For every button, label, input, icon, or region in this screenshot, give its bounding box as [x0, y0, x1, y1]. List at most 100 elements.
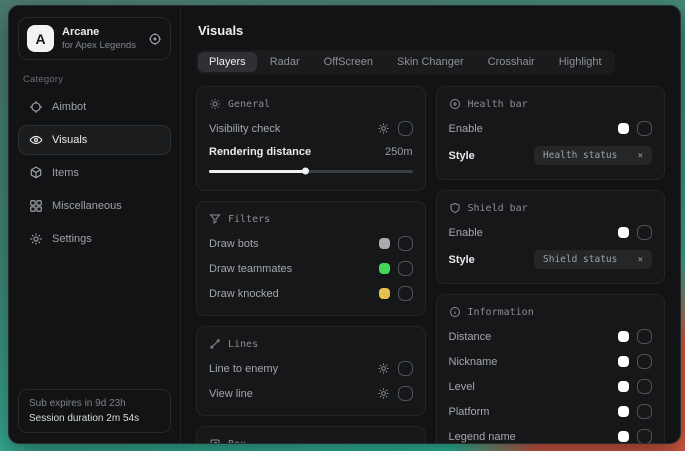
slider-value: 250m — [385, 146, 413, 158]
card-title: Health bar — [468, 99, 528, 110]
setting-label: Style — [449, 150, 475, 162]
distance-checkbox[interactable] — [637, 329, 652, 344]
shield-bar-enable-checkbox[interactable] — [637, 225, 652, 240]
crosshair-icon — [29, 100, 43, 114]
setting-label: Platform — [449, 406, 490, 418]
funnel-icon — [209, 213, 221, 225]
color-swatch[interactable] — [379, 288, 390, 299]
color-swatch[interactable] — [379, 263, 390, 274]
sidebar-item-label: Items — [52, 167, 79, 179]
setting-label: Rendering distance — [209, 146, 311, 158]
legend-name-checkbox[interactable] — [637, 429, 652, 443]
sidebar-item-label: Settings — [52, 233, 92, 245]
category-label: Category — [23, 74, 166, 85]
brand-card: A Arcane for Apex Legends — [18, 17, 171, 60]
subscription-card: Sub expires in 9d 23h Session duration 2… — [18, 389, 171, 433]
sun-icon — [209, 98, 221, 110]
setting-row: Draw teammates — [209, 256, 413, 281]
slider-knob[interactable] — [302, 168, 309, 175]
clear-icon[interactable]: ✕ — [638, 255, 643, 265]
color-swatch[interactable] — [618, 123, 629, 134]
draw-teammates-checkbox[interactable] — [398, 261, 413, 276]
health-bar-card: Health bar Enable Style Health status — [436, 86, 666, 180]
shield-bar-card: Shield bar Enable Style Shield status — [436, 190, 666, 284]
lines-card: Lines Line to enemy View line — [196, 326, 426, 416]
brand-subtitle: for Apex Legends — [62, 40, 140, 51]
card-title: Box — [228, 439, 246, 444]
tab-players[interactable]: Players — [198, 52, 257, 72]
color-swatch[interactable] — [379, 238, 390, 249]
setting-label: Draw knocked — [209, 288, 279, 300]
setting-row: Line to enemy — [209, 356, 413, 381]
card-title: Filters — [228, 214, 270, 225]
color-swatch[interactable] — [618, 431, 629, 442]
tab-highlight[interactable]: Highlight — [548, 52, 613, 72]
draw-bots-checkbox[interactable] — [398, 236, 413, 251]
level-checkbox[interactable] — [637, 379, 652, 394]
color-swatch[interactable] — [618, 406, 629, 417]
color-swatch[interactable] — [618, 381, 629, 392]
shield-style-select[interactable]: Shield status ✕ — [534, 250, 652, 269]
draw-knocked-checkbox[interactable] — [398, 286, 413, 301]
main-panel: Visuals Players Radar OffScreen Skin Cha… — [181, 6, 680, 443]
box-card: Box Enable Enable background — [196, 426, 426, 443]
color-swatch[interactable] — [618, 331, 629, 342]
setting-row: Nickname — [449, 349, 653, 374]
sidebar-item-visuals[interactable]: Visuals — [18, 125, 171, 155]
tab-skin-changer[interactable]: Skin Changer — [386, 52, 475, 72]
target-icon[interactable] — [148, 32, 162, 46]
color-swatch[interactable] — [618, 227, 629, 238]
tab-crosshair[interactable]: Crosshair — [477, 52, 546, 72]
shield-icon — [449, 202, 461, 214]
setting-label: Nickname — [449, 356, 498, 368]
page-title: Visuals — [198, 23, 663, 38]
grid-icon — [29, 199, 43, 213]
rendering-distance-slider[interactable] — [209, 165, 413, 177]
color-swatch[interactable] — [618, 356, 629, 367]
gear-icon — [29, 232, 43, 246]
tab-bar: Players Radar OffScreen Skin Changer Cro… — [196, 50, 615, 74]
setting-label: Draw bots — [209, 238, 259, 250]
tab-radar[interactable]: Radar — [259, 52, 311, 72]
visibility-check-checkbox[interactable] — [398, 121, 413, 136]
card-title: Lines — [228, 339, 258, 350]
line-icon — [209, 338, 221, 350]
row-gear-icon[interactable] — [377, 387, 390, 400]
setting-row: Enable — [449, 116, 653, 141]
sidebar-item-settings[interactable]: Settings — [18, 224, 171, 254]
row-gear-icon[interactable] — [377, 362, 390, 375]
setting-row: Platform — [449, 399, 653, 424]
eye-icon — [29, 133, 43, 147]
row-gear-icon[interactable] — [377, 122, 390, 135]
setting-row: Legend name — [449, 424, 653, 443]
setting-label: Legend name — [449, 431, 516, 443]
nickname-checkbox[interactable] — [637, 354, 652, 369]
platform-checkbox[interactable] — [637, 404, 652, 419]
view-line-checkbox[interactable] — [398, 386, 413, 401]
setting-label: Visibility check — [209, 123, 280, 135]
tab-offscreen[interactable]: OffScreen — [313, 52, 384, 72]
setting-label: Draw teammates — [209, 263, 292, 275]
health-bar-enable-checkbox[interactable] — [637, 121, 652, 136]
session-duration-text: Session duration 2m 54s — [29, 413, 160, 424]
sidebar-item-aimbot[interactable]: Aimbot — [18, 92, 171, 122]
left-column: General Visibility check Rendering dista… — [196, 86, 426, 431]
sub-expires-text: Sub expires in 9d 23h — [29, 398, 160, 409]
sidebar-nav: Aimbot Visuals Items Miscellaneous — [18, 92, 171, 254]
sidebar-item-items[interactable]: Items — [18, 158, 171, 188]
info-icon — [449, 306, 461, 318]
content-grid: General Visibility check Rendering dista… — [196, 86, 665, 431]
sidebar-item-miscellaneous[interactable]: Miscellaneous — [18, 191, 171, 221]
sidebar-item-label: Visuals — [52, 134, 87, 146]
health-style-select[interactable]: Health status ✕ — [534, 146, 652, 165]
card-title: Shield bar — [468, 203, 528, 214]
box-icon — [209, 438, 221, 443]
general-card: General Visibility check Rendering dista… — [196, 86, 426, 191]
package-icon — [29, 166, 43, 180]
filters-card: Filters Draw bots Draw teammates — [196, 201, 426, 316]
setting-row: Style Shield status ✕ — [449, 245, 653, 274]
line-to-enemy-checkbox[interactable] — [398, 361, 413, 376]
setting-label: Enable — [449, 123, 483, 135]
setting-row: Distance — [449, 324, 653, 349]
clear-icon[interactable]: ✕ — [638, 151, 643, 161]
